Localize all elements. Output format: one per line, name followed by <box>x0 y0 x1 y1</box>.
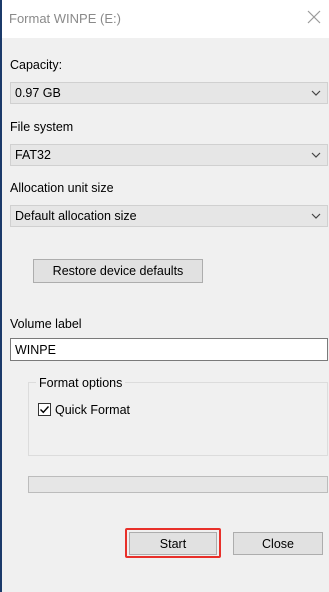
start-button-highlight <box>125 528 221 558</box>
chevron-down-icon <box>311 90 321 96</box>
volume-label-value: WINPE <box>15 343 56 357</box>
chevron-down-icon <box>311 152 321 158</box>
chevron-down-icon <box>311 213 321 219</box>
quick-format-label[interactable]: Quick Format <box>55 403 130 417</box>
capacity-select[interactable]: 0.97 GB <box>10 82 328 104</box>
close-button[interactable]: Close <box>233 532 323 555</box>
file-system-value: FAT32 <box>15 148 51 162</box>
close-icon[interactable] <box>305 8 323 26</box>
capacity-value: 0.97 GB <box>15 86 61 100</box>
restore-defaults-button[interactable]: Restore device defaults <box>33 259 203 283</box>
format-options-label: Format options <box>36 376 126 390</box>
allocation-unit-select[interactable]: Default allocation size <box>10 205 328 227</box>
allocation-unit-label: Allocation unit size <box>10 181 114 195</box>
file-system-select[interactable]: FAT32 <box>10 144 328 166</box>
format-options-group <box>28 382 328 456</box>
title-bar: Format WINPE (E:) <box>2 0 329 38</box>
allocation-unit-value: Default allocation size <box>15 209 137 223</box>
quick-format-checkbox[interactable] <box>38 403 51 416</box>
format-dialog: Format WINPE (E:) Capacity: 0.97 GB File… <box>0 0 329 592</box>
volume-label-input[interactable]: WINPE <box>10 338 328 361</box>
file-system-label: File system <box>10 120 74 134</box>
window-title: Format WINPE (E:) <box>9 11 121 26</box>
volume-label-label: Volume label <box>10 317 82 331</box>
format-progress-bar <box>28 476 328 493</box>
checkmark-icon <box>40 406 50 414</box>
capacity-label: Capacity: <box>10 58 63 72</box>
